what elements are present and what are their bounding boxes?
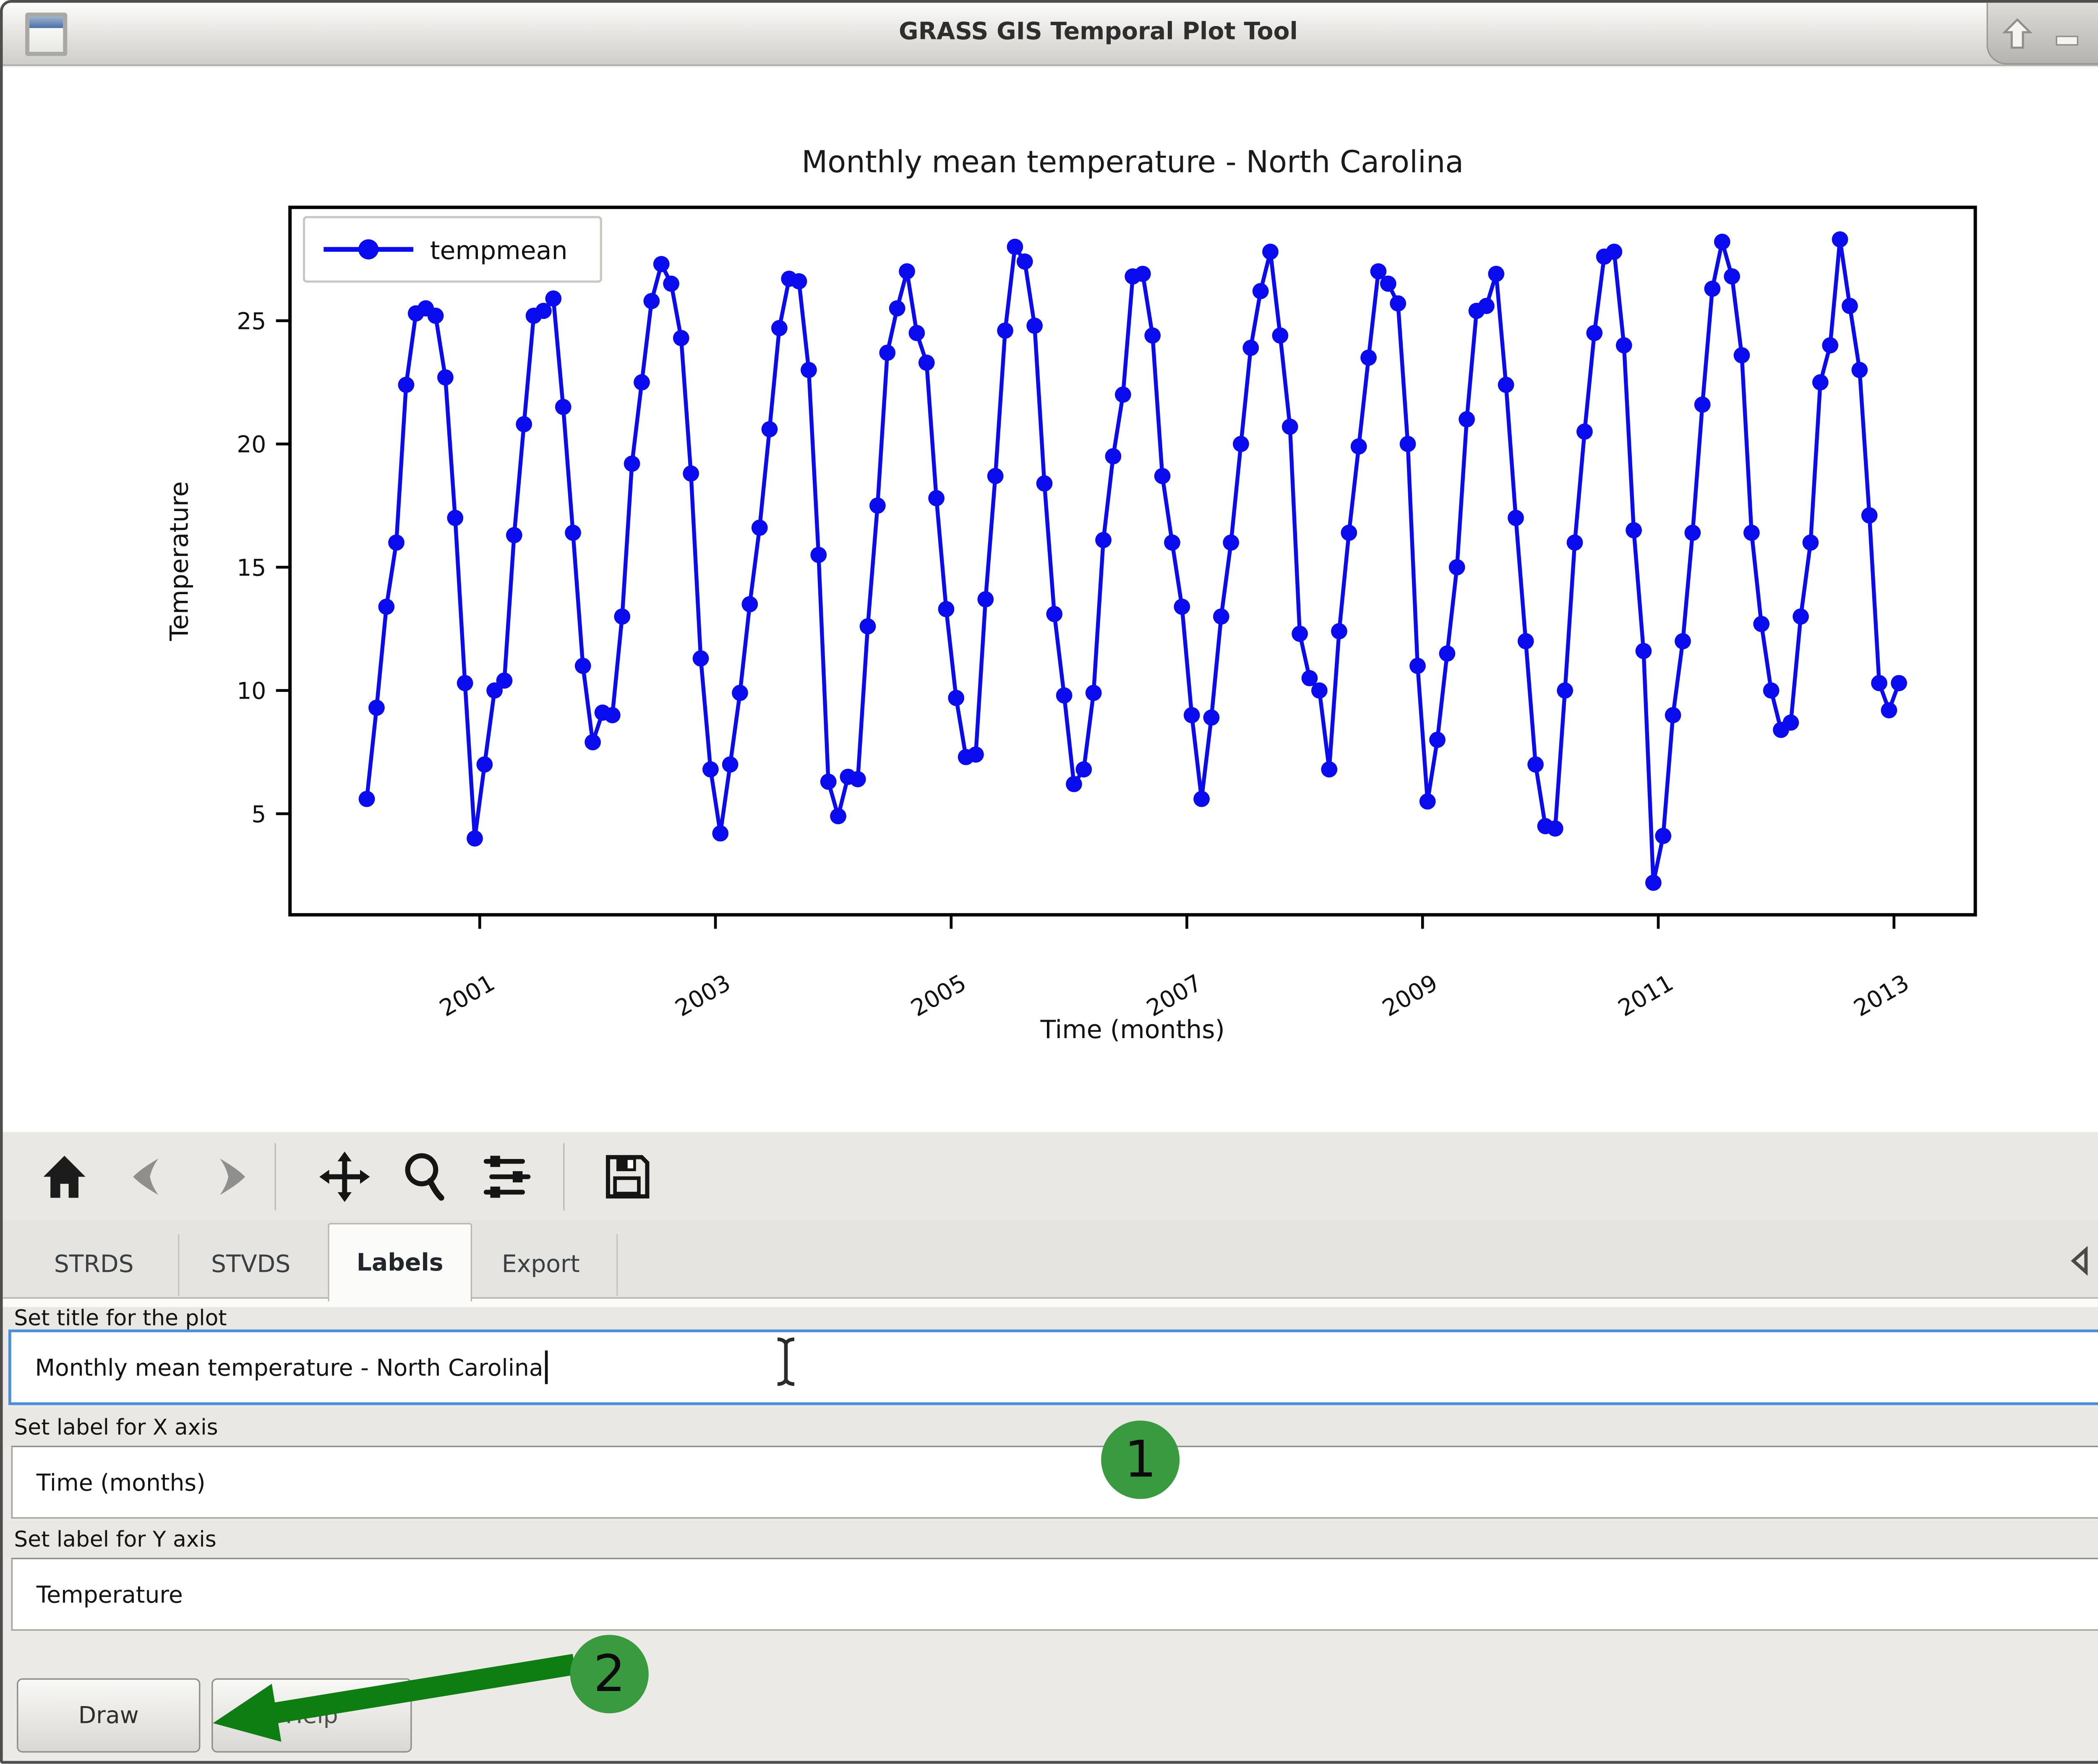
svg-text:2005: 2005 [906, 969, 971, 1022]
svg-text:Monthly mean temperature - Nor: Monthly mean temperature - North Carolin… [801, 144, 1464, 180]
yaxis-field-label-text: Set label for Y axis [3, 1527, 217, 1552]
window-controls [1986, 3, 2098, 65]
yaxis-field-label: Set label for Y axis [3, 1521, 2098, 1558]
title-field-label-text: Set title for the plot [3, 1306, 227, 1331]
yaxis-input[interactable]: Temperature [11, 1558, 2098, 1631]
window-title: GRASS GIS Temporal Plot Tool [3, 18, 2098, 46]
app-window: GRASS GIS Temporal Plot Tool Monthly mea… [0, 0, 2098, 1764]
svg-text:2009: 2009 [1378, 969, 1442, 1022]
plot-canvas[interactable]: Monthly mean temperature - North Carolin… [3, 67, 2098, 1132]
mouse-ibeam-cursor [770, 1333, 801, 1390]
save-icon[interactable] [597, 1146, 658, 1208]
svg-text:2003: 2003 [671, 969, 735, 1022]
configure-subplots-icon[interactable] [476, 1146, 538, 1208]
text-caret [545, 1351, 548, 1384]
shade-window-icon[interactable] [1996, 13, 2038, 55]
svg-text:Time (months): Time (months) [1040, 1015, 1225, 1044]
window-titlebar[interactable]: GRASS GIS Temporal Plot Tool [3, 3, 2098, 66]
svg-text:2007: 2007 [1142, 969, 1206, 1022]
svg-text:25: 25 [237, 308, 266, 334]
minimize-window-icon[interactable] [2047, 13, 2089, 55]
svg-text:15: 15 [237, 554, 266, 581]
tab-export-label: Export [502, 1251, 580, 1279]
pan-icon[interactable] [314, 1146, 376, 1208]
annotation-step-1-label: 1 [1124, 1431, 1156, 1488]
tab-strds-label: STRDS [54, 1251, 134, 1279]
svg-text:tempmean: tempmean [430, 236, 568, 266]
home-icon[interactable] [34, 1146, 95, 1208]
title-input-value: Monthly mean temperature - North Carolin… [11, 1354, 543, 1380]
annotation-arrow [199, 1639, 591, 1756]
svg-text:Temperature: Temperature [164, 481, 194, 642]
notebook-tabbar: STRDS STVDS Labels Export [3, 1220, 2098, 1299]
tab-labels-label: Labels [357, 1249, 444, 1277]
annotation-step-2-label: 2 [593, 1645, 625, 1703]
zoom-icon[interactable] [395, 1146, 457, 1208]
tab-stvds-label: STVDS [211, 1251, 290, 1279]
svg-text:5: 5 [251, 801, 266, 827]
back-icon[interactable] [117, 1146, 179, 1208]
svg-text:20: 20 [237, 431, 266, 458]
draw-button[interactable]: Draw [17, 1678, 200, 1753]
xaxis-field-label: Set label for X axis [3, 1408, 2098, 1446]
svg-text:2013: 2013 [1849, 969, 1913, 1022]
forward-icon[interactable] [199, 1146, 261, 1208]
tab-export[interactable]: Export [478, 1232, 603, 1299]
draw-button-label: Draw [78, 1702, 139, 1729]
annotation-step-1: 1 [1101, 1420, 1179, 1499]
annotation-step-2: 2 [570, 1635, 649, 1713]
xaxis-input[interactable]: Time (months) [11, 1446, 2098, 1519]
screen: GRASS GIS Temporal Plot Tool Monthly mea… [0, 0, 2098, 1764]
tab-scroll-left-icon[interactable] [2065, 1245, 2095, 1276]
title-field-label: Set title for the plot [3, 1307, 2098, 1329]
xaxis-field-label-text: Set label for X axis [3, 1414, 218, 1439]
tab-labels[interactable]: Labels [328, 1223, 472, 1302]
mpl-toolbar [3, 1132, 2098, 1220]
yaxis-input-value: Temperature [13, 1581, 183, 1607]
tab-stvds[interactable]: STVDS [182, 1232, 319, 1299]
xaxis-input-value: Time (months) [13, 1469, 206, 1495]
svg-text:2011: 2011 [1613, 969, 1678, 1022]
tab-strds[interactable]: STRDS [16, 1232, 172, 1299]
maximize-window-icon[interactable] [2096, 13, 2098, 55]
title-input[interactable]: Monthly mean temperature - North Carolin… [8, 1329, 2098, 1405]
svg-text:2001: 2001 [435, 969, 499, 1022]
svg-text:10: 10 [237, 678, 266, 705]
